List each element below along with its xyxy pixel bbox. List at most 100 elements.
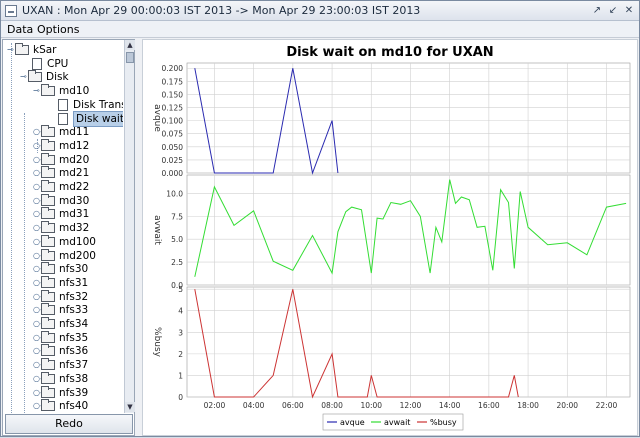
- folder-icon: [41, 278, 55, 288]
- tree-item-label: CPU: [47, 57, 68, 71]
- tree-item-label: nfs40: [59, 399, 88, 413]
- y-tick-label: 7.5: [171, 212, 183, 221]
- restore-icon[interactable]: ↙: [607, 5, 619, 17]
- y-tick-label: 0.175: [162, 77, 184, 86]
- tree-item-label: nfs38: [59, 372, 88, 386]
- folder-icon: [41, 292, 55, 302]
- tree-item-label: kSar: [33, 43, 57, 57]
- tree-item-disk[interactable]: ⊸Disk: [20, 70, 121, 84]
- tree-item-md32[interactable]: ○-md32: [33, 221, 121, 235]
- tree-item-nfs31[interactable]: ○-nfs31: [33, 276, 121, 290]
- scroll-thumb[interactable]: [126, 52, 134, 63]
- folder-icon: [41, 264, 55, 274]
- x-tick-label: 04:00: [243, 401, 265, 410]
- tree-item-md100[interactable]: ○-md100: [33, 235, 121, 249]
- tree-item-md21[interactable]: ○-md21: [33, 166, 121, 180]
- tree-item-nfs39[interactable]: ○-nfs39: [33, 386, 121, 400]
- tree-item-md22[interactable]: ○-md22: [33, 180, 121, 194]
- tree-scrollbar[interactable]: ▲ ▼: [124, 40, 134, 413]
- tree-view[interactable]: ⊸kSarCPU⊸Disk⊸md10Disk TransferDisk wait…: [3, 40, 123, 413]
- tree-item-md12[interactable]: ○-md12: [33, 139, 121, 153]
- scroll-down-icon[interactable]: ▼: [125, 402, 135, 412]
- folder-icon: [41, 360, 55, 370]
- tree-item-disk-wait[interactable]: Disk wait: [46, 112, 121, 126]
- x-tick-label: 22:00: [596, 401, 618, 410]
- scroll-up-icon[interactable]: ▲: [125, 40, 135, 50]
- x-tick-label: 06:00: [282, 401, 304, 410]
- y-axis-label: avwait: [152, 215, 162, 245]
- tree-item-nfs32[interactable]: ○-nfs32: [33, 290, 121, 304]
- redo-button[interactable]: Redo: [5, 414, 133, 434]
- x-tick-label: 14:00: [439, 401, 461, 410]
- tree-item-label: md32: [59, 221, 89, 235]
- folder-icon: [41, 319, 55, 329]
- y-tick-label: 10.0: [166, 189, 183, 198]
- file-icon: [58, 113, 68, 125]
- tree-item-label: nfs39: [59, 386, 88, 400]
- folder-icon: [41, 237, 55, 247]
- y-tick-label: 5.0: [171, 235, 183, 244]
- folder-icon: [41, 251, 55, 261]
- tree-item-md10[interactable]: ⊸md10: [33, 84, 121, 98]
- folder-icon: [28, 72, 42, 82]
- tree-item-nfs33[interactable]: ○-nfs33: [33, 303, 121, 317]
- y-tick-label: 1: [178, 371, 183, 380]
- tree-item-md20[interactable]: ○-md20: [33, 153, 121, 167]
- tree-item-label: md100: [59, 235, 96, 249]
- y-tick-label: 0.075: [162, 130, 184, 139]
- x-tick-label: 12:00: [400, 401, 422, 410]
- tree-item-nfs34[interactable]: ○-nfs34: [33, 317, 121, 331]
- folder-icon: [41, 374, 55, 384]
- y-tick-label: 0: [178, 393, 183, 402]
- tree-item-label: Disk wait: [73, 111, 123, 127]
- menu-bar: Data Options: [1, 21, 639, 38]
- tree-item-md31[interactable]: ○-md31: [33, 207, 121, 221]
- y-tick-label: 3: [178, 328, 183, 337]
- y-tick-label: 2: [178, 350, 183, 359]
- tree-connector: [11, 43, 12, 413]
- legend-label: avwait: [384, 418, 410, 427]
- tree-item-nfs30[interactable]: ○-nfs30: [33, 262, 121, 276]
- tree-item-label: nfs37: [59, 358, 88, 372]
- tree-item-cpu[interactable]: CPU: [20, 57, 121, 71]
- menu-data[interactable]: Data: [7, 23, 33, 36]
- folder-icon: [41, 127, 55, 137]
- y-tick-label: 0.150: [162, 90, 184, 99]
- tree-item-label: md200: [59, 249, 96, 263]
- tree-item-label: nfs36: [59, 344, 88, 358]
- y-axis-label: %busy: [152, 327, 162, 358]
- folder-icon: [41, 209, 55, 219]
- folder-icon: [41, 168, 55, 178]
- tree-item-nfs40[interactable]: ○-nfs40: [33, 399, 121, 413]
- tree-item-md30[interactable]: ○-md30: [33, 194, 121, 208]
- tree-item-nfs36[interactable]: ○-nfs36: [33, 344, 121, 358]
- tree-item-nfs38[interactable]: ○-nfs38: [33, 372, 121, 386]
- x-tick-label: 08:00: [321, 401, 343, 410]
- tree-item-label: nfs33: [59, 303, 88, 317]
- minimize-icon[interactable]: ↗: [591, 5, 603, 17]
- tree-item-label: md22: [59, 180, 89, 194]
- y-tick-label: 0.200: [162, 64, 184, 73]
- folder-icon: [41, 333, 55, 343]
- y-tick-label: 2.5: [171, 258, 183, 267]
- folder-icon: [41, 196, 55, 206]
- x-tick-label: 16:00: [478, 401, 500, 410]
- tree-item-md200[interactable]: ○-md200: [33, 249, 121, 263]
- close-icon[interactable]: ✕: [623, 5, 635, 17]
- title-bar[interactable]: UXAN : Mon Apr 29 00:00:03 IST 2013 -> M…: [1, 1, 639, 21]
- file-icon: [58, 99, 68, 111]
- menu-options[interactable]: Options: [37, 23, 79, 36]
- tree-item-nfs35[interactable]: ○-nfs35: [33, 331, 121, 345]
- tree-item-label: md11: [59, 125, 89, 139]
- x-tick-label: 10:00: [360, 401, 382, 410]
- y-tick-label: 5: [178, 285, 183, 294]
- tree-item-label: nfs32: [59, 290, 88, 304]
- tree-item-md11[interactable]: ○-md11: [33, 125, 121, 139]
- folder-icon: [41, 223, 55, 233]
- chart-title: Disk wait on md10 for UXAN: [286, 45, 493, 60]
- tree-item-label: nfs31: [59, 276, 88, 290]
- file-icon: [32, 58, 42, 70]
- tree-item-ksar[interactable]: ⊸kSar: [7, 43, 121, 57]
- tree-item-nfs37[interactable]: ○-nfs37: [33, 358, 121, 372]
- folder-icon: [41, 141, 55, 151]
